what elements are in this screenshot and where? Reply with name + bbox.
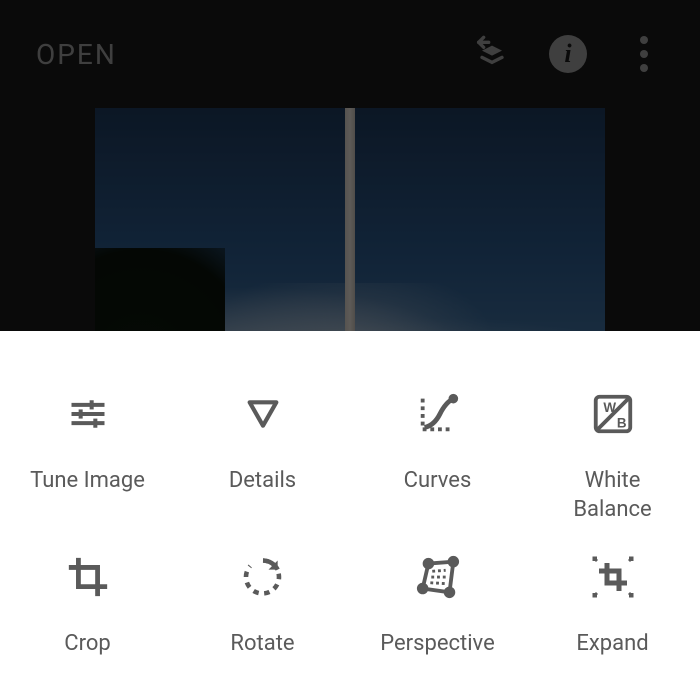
- tool-crop[interactable]: Crop: [0, 524, 175, 674]
- tool-label: White Balance: [573, 467, 651, 524]
- tool-label: Expand: [576, 630, 648, 659]
- tool-rotate[interactable]: Rotate: [175, 524, 350, 674]
- perspective-icon: [415, 552, 461, 602]
- white-balance-icon: W B: [590, 389, 636, 439]
- tool-label: Tune Image: [30, 467, 145, 496]
- tools-panel: Tune Image Details Curves W B: [0, 331, 700, 694]
- tool-curves[interactable]: Curves: [350, 361, 525, 524]
- tool-expand[interactable]: Expand: [525, 524, 700, 674]
- expand-icon: [589, 552, 637, 602]
- tool-label: Details: [229, 467, 296, 496]
- svg-text:W: W: [603, 400, 616, 415]
- info-icon[interactable]: i: [540, 26, 596, 82]
- tool-tune-image[interactable]: Tune Image: [0, 361, 175, 524]
- tool-label: Crop: [64, 630, 110, 659]
- tool-label: Perspective: [380, 630, 494, 659]
- tool-details[interactable]: Details: [175, 361, 350, 524]
- rotate-icon: [241, 552, 285, 602]
- details-icon: [243, 389, 283, 439]
- tool-perspective[interactable]: Perspective: [350, 524, 525, 674]
- tool-label: Curves: [404, 467, 472, 496]
- open-button[interactable]: OPEN: [36, 38, 117, 71]
- tool-white-balance[interactable]: W B White Balance: [525, 361, 700, 524]
- more-menu-icon[interactable]: [616, 26, 672, 82]
- curves-icon: [415, 389, 461, 439]
- undo-stack-icon[interactable]: [464, 26, 520, 82]
- tune-icon: [66, 389, 110, 439]
- crop-icon: [65, 552, 111, 602]
- top-toolbar: OPEN i: [0, 0, 700, 108]
- svg-text:B: B: [616, 415, 626, 430]
- tool-label: Rotate: [230, 630, 294, 659]
